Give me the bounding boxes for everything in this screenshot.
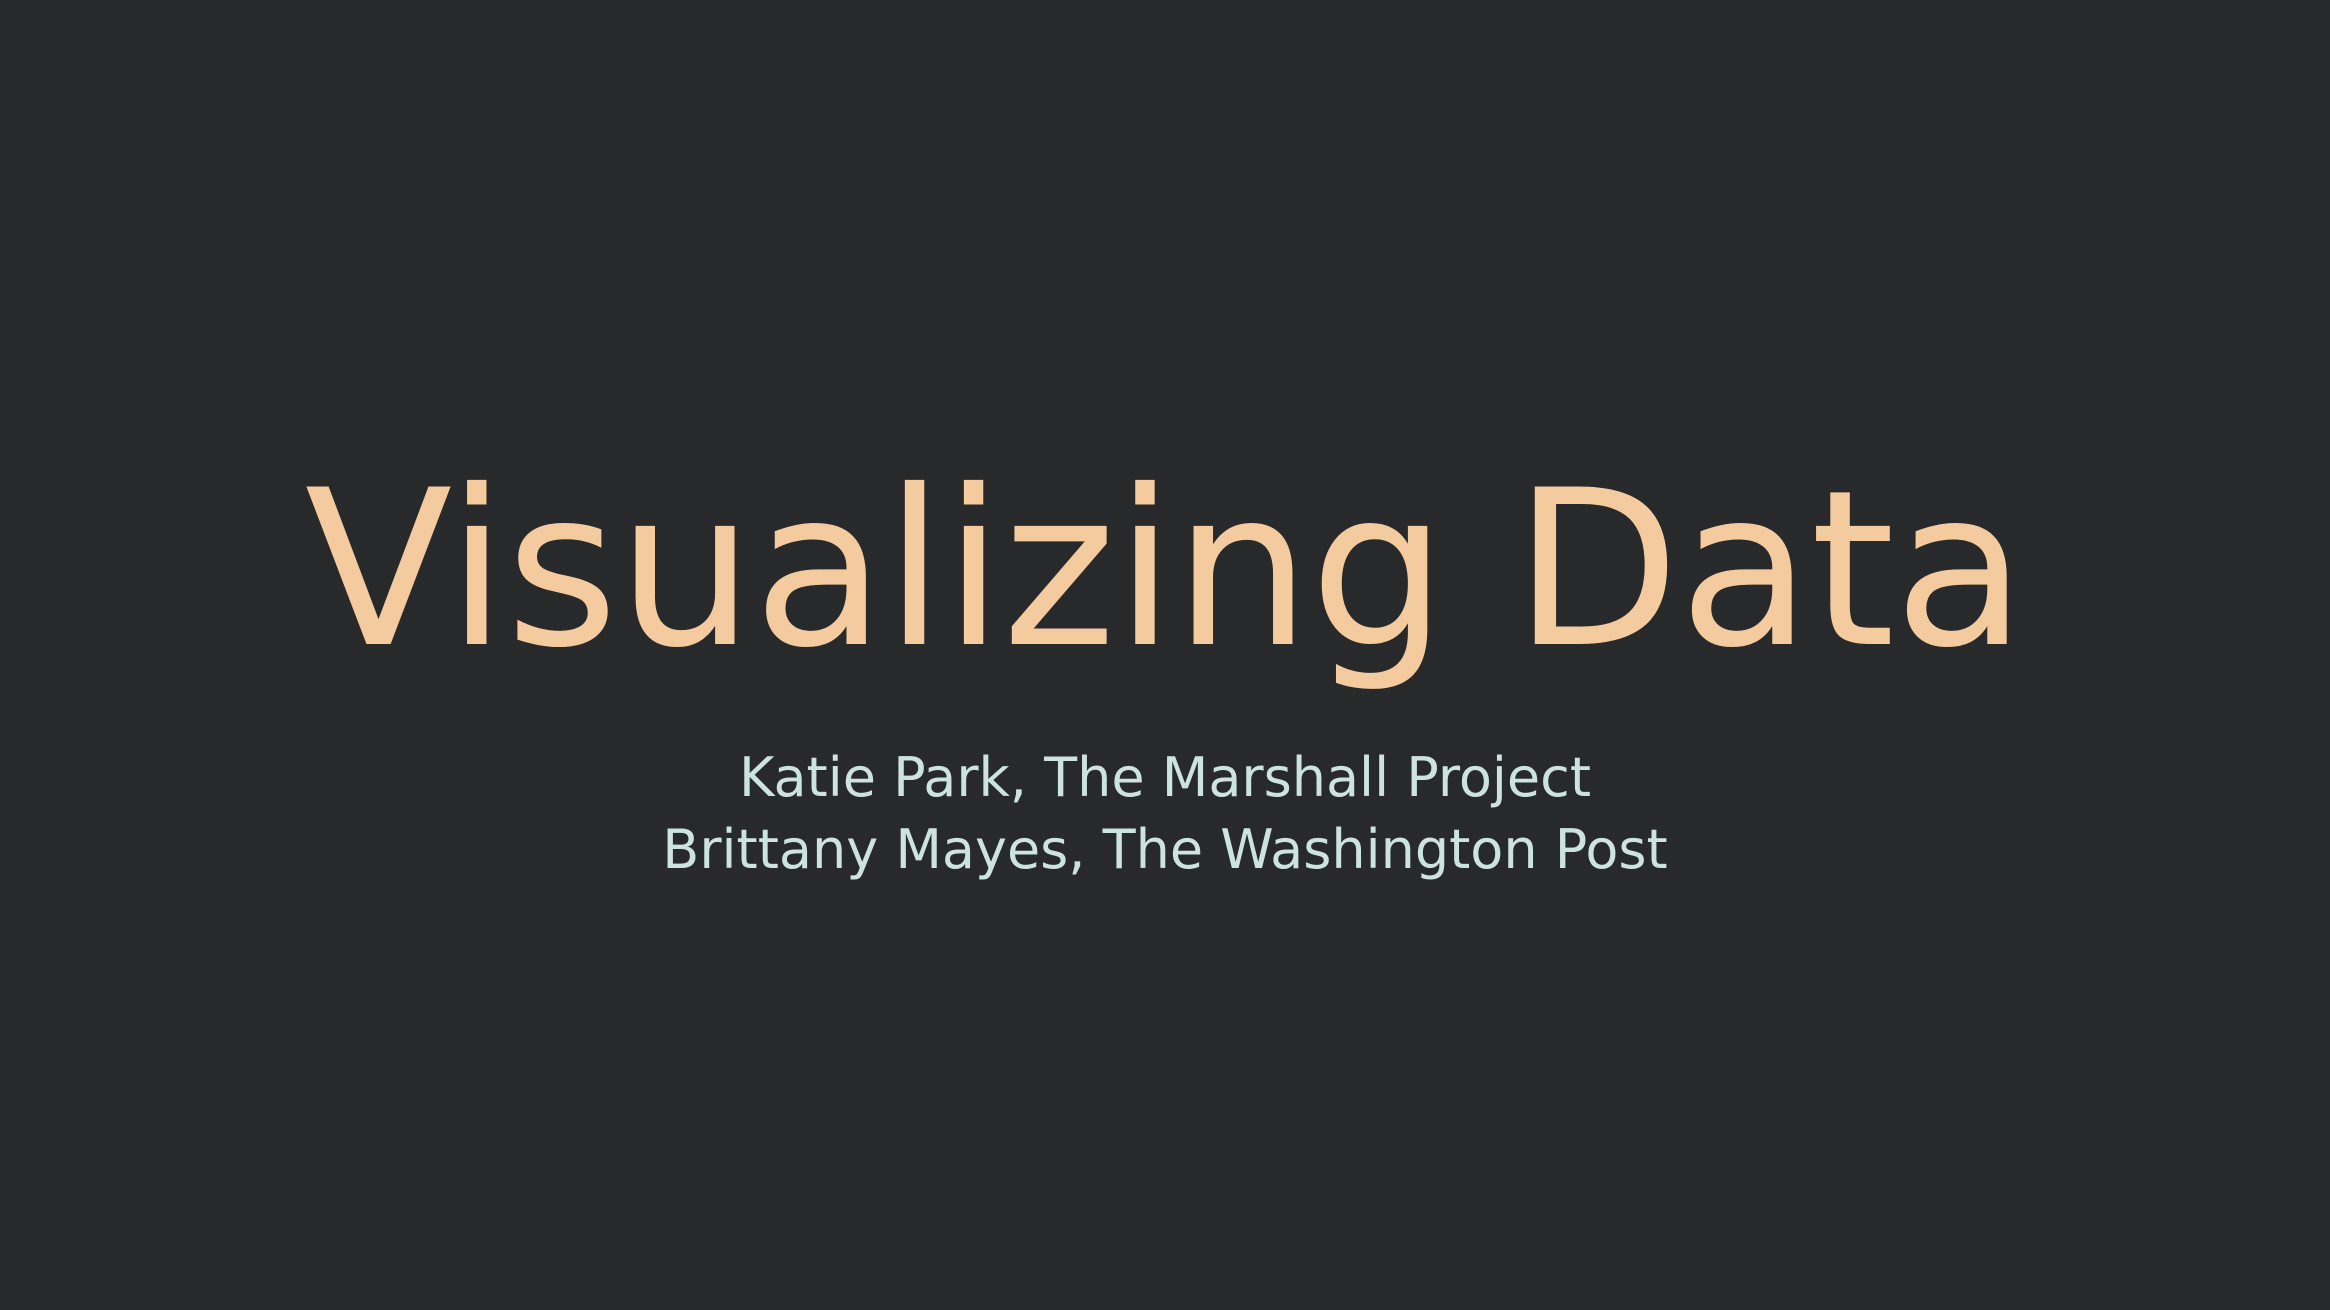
author-credits: Katie Park, The Marshall Project Brittan…	[0, 742, 2330, 886]
author-line-2: Brittany Mayes, The Washington Post	[662, 818, 1668, 881]
slide-title: Visualizing Data	[304, 444, 2027, 695]
title-slide: Visualizing Data Katie Park, The Marshal…	[0, 0, 2330, 1310]
author-line-1: Katie Park, The Marshall Project	[738, 746, 1591, 809]
